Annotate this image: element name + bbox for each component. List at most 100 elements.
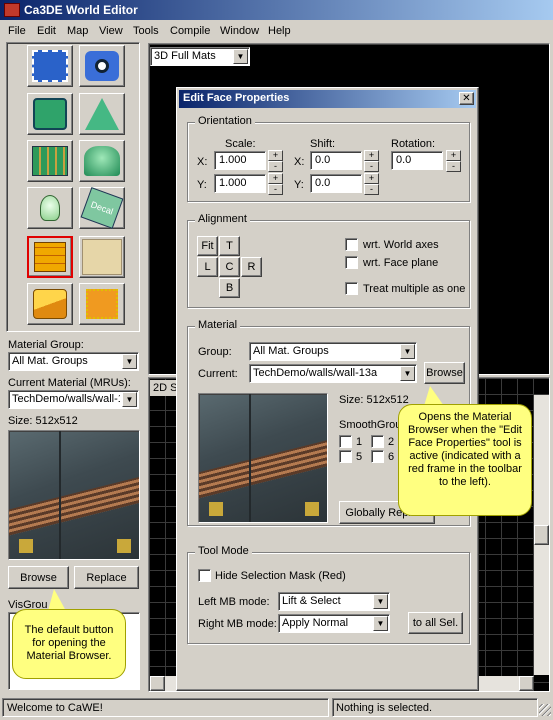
menu-file[interactable]: File [8, 25, 26, 37]
spin-down-button[interactable]: - [268, 161, 283, 172]
spin-down-button[interactable]: - [364, 161, 379, 172]
clip-tool[interactable] [27, 283, 73, 325]
dialog-title-bar: Edit Face Properties ✕ [179, 90, 476, 108]
rotation-spinner[interactable]: + - [446, 150, 461, 172]
edit-vertices-tool[interactable] [79, 283, 125, 325]
new-decal-tool[interactable]: Decal [79, 187, 125, 229]
material-group-field-label: Group: [198, 346, 232, 358]
smooth-group-2-checkbox[interactable] [371, 435, 384, 448]
edit-face-properties-tool[interactable] [27, 236, 73, 278]
left-browse-button[interactable]: Browse [8, 566, 69, 589]
left-replace-label: Replace [86, 571, 127, 584]
callout-left-browse: The default button for opening the Mater… [12, 609, 126, 679]
left-material-preview [8, 430, 140, 560]
align-top-button[interactable]: T [219, 236, 240, 256]
material-group-label: Material Group: [8, 339, 84, 351]
smooth-group-1-label: 1 [356, 436, 363, 448]
smooth-group-5-checkbox[interactable] [339, 450, 352, 463]
new-primitive-tool[interactable] [79, 93, 125, 135]
new-light-tool[interactable] [27, 187, 73, 229]
shift-x-label: X: [294, 156, 305, 168]
spin-up-button[interactable]: + [364, 173, 379, 184]
smooth-group-6-label: 6 [388, 451, 395, 463]
spin-up-button[interactable]: + [268, 150, 283, 161]
callout-dialog-browse-text: Opens the Material Browser when the "Edi… [408, 411, 522, 488]
app-icon [4, 3, 20, 17]
menu-compile[interactable]: Compile [170, 25, 210, 37]
camera-tool[interactable] [79, 45, 125, 87]
menu-view[interactable]: View [99, 25, 123, 37]
select-tool[interactable] [27, 45, 73, 87]
smooth-group-1-checkbox[interactable] [339, 435, 352, 448]
menu-edit[interactable]: Edit [37, 25, 56, 37]
material-browse-button[interactable]: Browse [424, 362, 465, 384]
align-left-button[interactable]: L [197, 257, 218, 277]
wrt-face-plane-checkbox[interactable] [345, 256, 358, 269]
view-3d-mode-combo[interactable]: 3D Full Mats ▼ [150, 47, 250, 66]
material-current-label: Current: [198, 368, 238, 380]
chevron-down-icon: ▼ [400, 344, 415, 359]
material-group-combo[interactable]: All Mat. Groups ▼ [249, 342, 417, 361]
align-bottom-button[interactable]: B [219, 278, 240, 298]
new-terrain-tool[interactable] [79, 140, 125, 182]
dialog-close-button[interactable]: ✕ [459, 92, 474, 105]
shift-x-input[interactable]: 0.0 [310, 151, 362, 170]
spin-down-button[interactable]: - [268, 184, 283, 195]
status-left-text: Welcome to CaWE! [7, 702, 103, 714]
smooth-group-5-label: 5 [356, 451, 363, 463]
menu-window[interactable]: Window [220, 25, 259, 37]
spin-down-button[interactable]: - [446, 161, 461, 172]
menu-help[interactable]: Help [268, 25, 291, 37]
rotation-input[interactable]: 0.0 [391, 151, 443, 170]
left-browse-label: Browse [20, 571, 57, 584]
vertex-cube-icon [86, 289, 118, 319]
align-right-button[interactable]: R [241, 257, 262, 277]
callout-pointer-dialog [424, 386, 444, 406]
close-icon: ✕ [462, 93, 471, 104]
treat-multiple-checkbox[interactable] [345, 282, 358, 295]
left-current-material-combo[interactable]: TechDemo/walls/wall-1 ▼ [8, 390, 139, 409]
pyramid-icon [85, 98, 119, 130]
chevron-down-icon: ▼ [373, 594, 388, 609]
wrt-world-axes-checkbox[interactable] [345, 238, 358, 251]
new-bezier-patch-tool[interactable] [27, 140, 73, 182]
left-material-group-value: All Mat. Groups [12, 355, 88, 367]
align-fit-button[interactable]: Fit [197, 236, 218, 256]
right-mb-mode-combo[interactable]: Apply Normal ▼ [278, 614, 390, 633]
shift-y-spinner[interactable]: + - [364, 173, 379, 195]
scale-y-input[interactable]: 1.000 [214, 174, 266, 193]
spin-down-button[interactable]: - [364, 184, 379, 195]
empty-tool[interactable] [79, 236, 125, 278]
resize-grip-icon[interactable] [539, 704, 551, 716]
align-center-button[interactable]: C [219, 257, 240, 277]
left-material-group-combo[interactable]: All Mat. Groups ▼ [8, 352, 139, 371]
to-all-sel-label: to all Sel. [412, 617, 459, 629]
hide-selection-mask-checkbox[interactable] [198, 569, 211, 582]
brick-cube-icon [34, 242, 66, 272]
new-brush-tool[interactable] [27, 93, 73, 135]
terrain-icon [84, 146, 120, 176]
to-all-sel-button[interactable]: to all Sel. [408, 612, 463, 634]
scale-x-input[interactable]: 1.000 [214, 151, 266, 170]
spin-up-button[interactable]: + [446, 150, 461, 161]
chevron-down-icon: ▼ [233, 49, 248, 64]
shift-y-input[interactable]: 0.0 [310, 174, 362, 193]
blank-icon [82, 239, 122, 275]
left-mb-mode-combo[interactable]: Lift & Select ▼ [278, 592, 390, 611]
view-2d-vscrollbar[interactable] [534, 395, 549, 675]
menu-map[interactable]: Map [67, 25, 88, 37]
select-arrows-icon [32, 50, 68, 82]
shift-x-spinner[interactable]: + - [364, 150, 379, 172]
left-replace-button[interactable]: Replace [74, 566, 139, 589]
rotation-label: Rotation: [391, 138, 436, 150]
scale-x-spinner[interactable]: + - [268, 150, 283, 172]
spin-up-button[interactable]: + [268, 173, 283, 184]
material-current-combo[interactable]: TechDemo/walls/wall-13a ▼ [249, 364, 417, 383]
spin-up-button[interactable]: + [364, 150, 379, 161]
camera-icon [85, 51, 119, 81]
menu-tools[interactable]: Tools [133, 25, 159, 37]
material-browse-label: Browse [426, 367, 463, 379]
scale-y-spinner[interactable]: + - [268, 173, 283, 195]
smooth-group-6-checkbox[interactable] [371, 450, 384, 463]
wrt-face-plane-label: wrt. Face plane [363, 257, 439, 269]
